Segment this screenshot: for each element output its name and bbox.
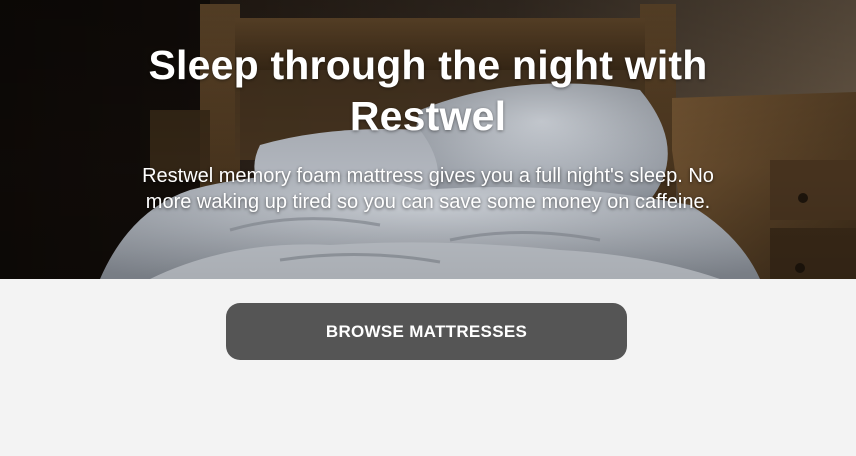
hero-subcopy: Restwel memory foam mattress gives you a…	[100, 163, 756, 215]
browse-mattresses-button[interactable]: BROWSE MATTRESSES	[226, 303, 627, 360]
hero-headline-line1: Sleep through the night with	[148, 42, 708, 88]
hero-content: Sleep through the night with Restwel Res…	[0, 0, 856, 279]
hero-subcopy-line1: Restwel memory foam mattress gives you a…	[142, 165, 714, 187]
hero-subcopy-line2: more waking up tired so you can save som…	[145, 191, 711, 213]
hero-headline-brand: Restwel	[349, 93, 507, 139]
cta-section: BROWSE MATTRESSES	[0, 279, 856, 456]
hero-banner: Sleep through the night with Restwel Res…	[0, 0, 856, 279]
hero-headline: Sleep through the night with Restwel	[60, 40, 796, 142]
